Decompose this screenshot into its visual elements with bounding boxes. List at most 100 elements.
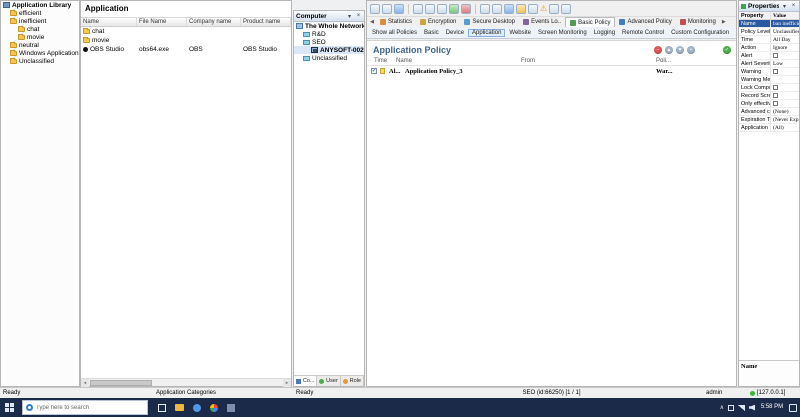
tray-expand-icon[interactable]: ∧ [720,404,724,411]
property-row-alert[interactable]: Alert [739,52,799,60]
taskbar-clock[interactable]: 5:58 PM [759,404,785,411]
tab-statistics[interactable]: Statistics [376,17,416,27]
cut-icon[interactable] [413,4,423,14]
computer-node-anysoft-002[interactable]: ANYSOFT-002 [294,46,364,54]
column-header-name[interactable]: Name [396,58,412,64]
action-center-icon[interactable] [789,404,797,412]
tab-basic-policy[interactable]: Basic Policy [565,17,615,27]
task-view-icon[interactable] [158,404,166,412]
computer-node-rd[interactable]: R&D [294,30,364,38]
policy-row[interactable]: ✓ Al... Application Policy_3 War... [367,67,736,76]
property-row-lock-computer[interactable]: Lock Computer [739,84,799,92]
scroll-left-icon[interactable]: ◄ [81,379,89,387]
tab-monitoring[interactable]: Monitoring [676,17,720,27]
tray-app-icon[interactable] [728,405,734,411]
property-row-expiration-time[interactable]: Expiration Time (Never Expire) [739,116,799,124]
property-row-name[interactable]: Name ban inefficient [739,20,799,28]
tab-secure-desktop[interactable]: Secure Desktop [460,17,519,27]
computer-node-seo[interactable]: SEO [294,38,364,46]
paste-icon[interactable] [437,4,447,14]
help-icon[interactable] [561,4,571,14]
tab-advanced-policy[interactable]: Advanced Policy [615,17,675,27]
scroll-right-icon[interactable]: ► [283,379,291,387]
table-row-chat[interactable]: chat [81,27,291,36]
filter-icon[interactable] [492,4,502,14]
volume-icon[interactable] [749,405,755,411]
pin-icon[interactable]: ▾ [346,13,353,20]
tab-events-log[interactable]: Events Lo.. [519,17,565,27]
property-row-action[interactable]: Action Ignore [739,44,799,52]
move-up-button[interactable]: ▲ [665,46,673,54]
refresh-icon[interactable] [504,4,514,14]
library-node-inefficient[interactable]: inefficient [1,17,79,25]
library-root-node[interactable]: Application Library [1,1,79,9]
copy-icon[interactable] [425,4,435,14]
taskbar-search[interactable]: Type here to search [22,400,148,415]
column-header-company-name[interactable]: Company name [187,18,241,26]
search-icon[interactable] [480,4,490,14]
subtab-custom-configuration[interactable]: Custom Configuration [668,29,732,37]
close-icon[interactable]: × [355,13,362,19]
add-icon[interactable] [449,4,459,14]
chrome-icon[interactable] [210,404,218,412]
column-header-file-name[interactable]: File Name [137,18,187,26]
tab-scroll-left-icon[interactable]: ◀ [368,17,376,27]
tab-encryption[interactable]: Encryption [416,17,460,27]
horizontal-scrollbar[interactable]: ◄ ► [81,378,291,386]
subtab-device[interactable]: Device [443,29,467,37]
library-node-movie[interactable]: movie [1,33,79,41]
library-node-neutral[interactable]: neutral [1,41,79,49]
computer-node-unclassified[interactable]: Unclassified [294,54,364,62]
tab-scroll-right-icon[interactable]: ▶ [720,17,728,27]
column-header-from[interactable]: From [521,58,535,64]
delete-policy-button[interactable]: − [654,46,662,54]
browser-icon[interactable] [193,404,201,412]
column-header-product-name[interactable]: Product name [241,18,291,26]
start-button[interactable] [5,403,14,412]
confirm-button[interactable]: ✓ [723,46,731,54]
library-node-windows-application[interactable]: Windows Application [1,49,79,57]
library-node-unclassified[interactable]: Unclassified [1,57,79,65]
table-row-movie[interactable]: movie [81,36,291,45]
property-row-time[interactable]: Time All Day [739,36,799,44]
subtab-remote-control[interactable]: Remote Control [619,29,667,37]
file-explorer-icon[interactable] [175,404,184,411]
property-row-warning[interactable]: Warning [739,68,799,76]
column-header-name[interactable]: Name [81,18,137,26]
column-header-policy[interactable]: Poli... [656,58,671,64]
computer-node-whole-network[interactable]: The Whole Network [294,22,364,30]
subtab-logging[interactable]: Logging [591,29,618,37]
property-row-only-effective-while[interactable]: Only effective while [739,100,799,108]
tab-role[interactable]: Role [341,376,364,386]
print-icon[interactable] [528,4,538,14]
alert-checkbox[interactable] [773,53,778,58]
save-icon[interactable] [394,4,404,14]
policy-enabled-checkbox[interactable]: ✓ [371,68,377,74]
property-row-warning-message[interactable]: Warning Message [739,76,799,84]
property-row-policy-level[interactable]: Policy Level Unclassified [739,28,799,36]
library-node-chat[interactable]: chat [1,25,79,33]
network-status-icon[interactable] [738,405,745,411]
move-down-button[interactable]: ▼ [676,46,684,54]
tab-user[interactable]: User [317,376,340,386]
pin-icon[interactable]: ▾ [781,3,788,10]
subtab-basic[interactable]: Basic [421,29,442,37]
only-effective-checkbox[interactable] [773,101,778,106]
more-actions-button[interactable]: • [687,46,695,54]
lock-computer-checkbox[interactable] [773,85,778,90]
property-row-advanced-condition[interactable]: Advanced condition (None) [739,108,799,116]
export-icon[interactable] [516,4,526,14]
library-node-efficient[interactable]: efficient [1,9,79,17]
tab-computer[interactable]: Co... [294,376,317,386]
table-row-obs-studio[interactable]: OBS Studio obs64.exe OBS OBS Studio [81,45,291,54]
scrollbar-thumb[interactable] [90,380,152,386]
subtab-show-all-policies[interactable]: Show all Policies [369,29,420,37]
property-row-application[interactable]: Application (All) [739,124,799,132]
close-icon[interactable]: × [790,3,797,9]
property-row-alert-severity[interactable]: Alert Severity Low [739,60,799,68]
warning-icon[interactable]: ⚠ [540,4,547,14]
property-row-record-screen[interactable]: Record Screen [739,92,799,100]
subtab-screen-monitoring[interactable]: Screen Monitoring [535,29,590,37]
open-icon[interactable] [382,4,392,14]
new-policy-icon[interactable] [370,4,380,14]
